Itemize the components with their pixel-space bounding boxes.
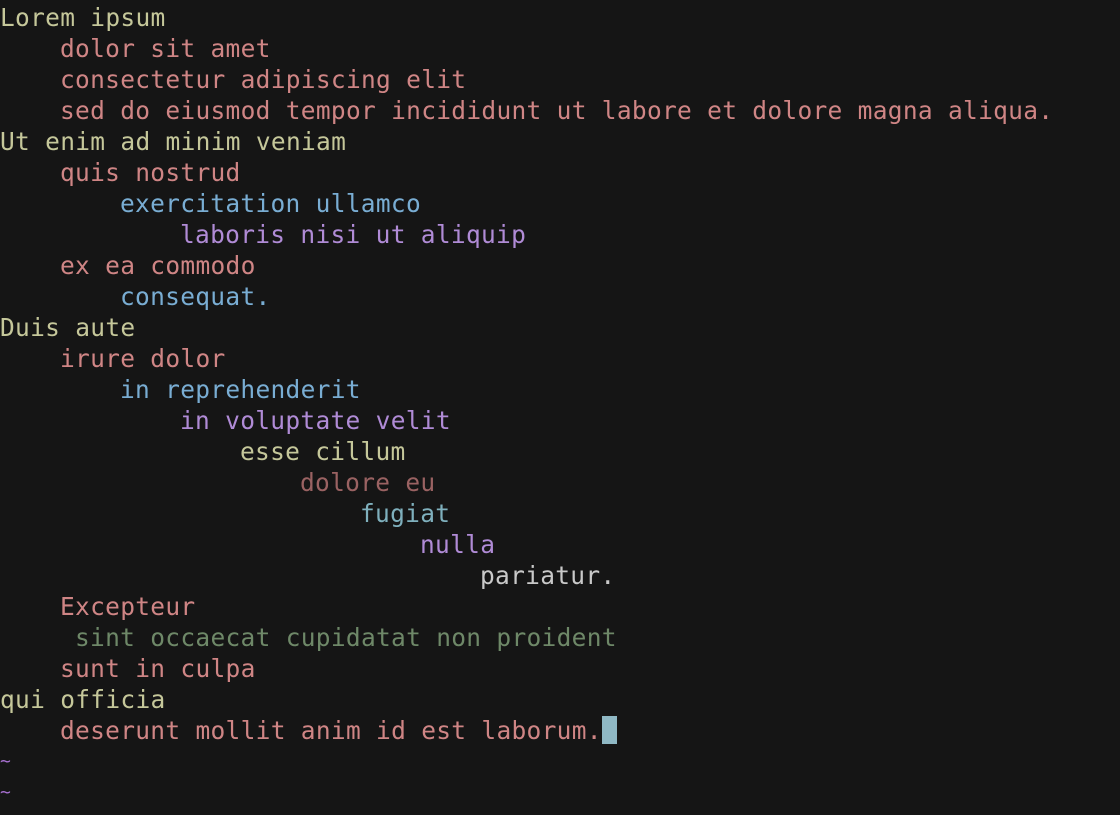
line-text: Lorem ipsum <box>0 3 166 32</box>
line-text: in reprehenderit <box>120 375 361 404</box>
text-line[interactable]: deserunt mollit anim id est laborum. <box>60 715 617 746</box>
line-text: dolor sit amet <box>60 34 271 63</box>
text-line[interactable]: Ut enim ad minim veniam <box>0 126 346 157</box>
line-text: Excepteur <box>60 592 196 621</box>
text-line[interactable]: exercitation ullamco <box>120 188 421 219</box>
text-line[interactable]: fugiat <box>360 498 450 529</box>
line-text: sed do eiusmod tempor incididunt ut labo… <box>60 96 1054 125</box>
line-text: consectetur adipiscing elit <box>60 65 467 94</box>
empty-line-tilde: ~ <box>0 751 12 772</box>
text-line[interactable]: sunt in culpa <box>60 653 256 684</box>
line-text: esse cillum <box>240 437 406 466</box>
line-text: exercitation ullamco <box>120 189 422 218</box>
text-line[interactable]: Excepteur <box>60 591 195 622</box>
line-text: Duis aute <box>0 313 136 342</box>
line-text: deserunt mollit anim id est laborum. <box>60 716 602 745</box>
line-text: nulla <box>420 530 496 559</box>
text-line[interactable]: sed do eiusmod tempor incididunt ut labo… <box>60 95 1053 126</box>
line-text: consequat. <box>120 282 271 311</box>
line-text: quis nostrud <box>60 158 241 187</box>
text-cursor <box>601 716 617 744</box>
line-text: pariatur. <box>480 561 616 590</box>
text-line[interactable]: in voluptate velit <box>180 405 451 436</box>
text-line[interactable]: Lorem ipsum <box>0 2 166 33</box>
line-text: irure dolor <box>60 344 226 373</box>
text-line[interactable]: Duis aute <box>0 312 135 343</box>
text-line[interactable]: dolore eu <box>300 467 435 498</box>
text-line[interactable]: dolor sit amet <box>60 33 271 64</box>
line-text: laboris nisi ut aliquip <box>180 220 527 249</box>
text-line[interactable]: esse cillum <box>240 436 406 467</box>
text-editor[interactable]: Lorem ipsum dolor sit amet consectetur adi… <box>0 0 1120 815</box>
text-line[interactable]: nulla <box>420 529 495 560</box>
line-text: fugiat <box>360 499 451 528</box>
line-text: ex ea commodo <box>60 251 256 280</box>
text-line[interactable]: laboris nisi ut aliquip <box>180 219 526 250</box>
text-line[interactable]: sint occaecat cupidatat non proident <box>75 622 617 653</box>
line-text: sint occaecat cupidatat non proident <box>75 623 617 652</box>
line-text: dolore eu <box>300 468 436 497</box>
empty-line-tilde: ~ <box>0 782 12 803</box>
text-line[interactable]: consectetur adipiscing elit <box>60 64 466 95</box>
text-line[interactable]: consequat. <box>120 281 271 312</box>
text-line[interactable]: pariatur. <box>480 560 615 591</box>
text-line[interactable]: ex ea commodo <box>60 250 256 281</box>
text-line[interactable]: quis nostrud <box>60 157 241 188</box>
line-text: in voluptate velit <box>180 406 451 435</box>
line-text: Ut enim ad minim veniam <box>0 127 347 156</box>
text-line[interactable]: irure dolor <box>60 343 226 374</box>
line-text: sunt in culpa <box>60 654 256 683</box>
text-line[interactable]: in reprehenderit <box>120 374 361 405</box>
line-text: qui officia <box>0 685 166 714</box>
text-line[interactable]: qui officia <box>0 684 166 715</box>
